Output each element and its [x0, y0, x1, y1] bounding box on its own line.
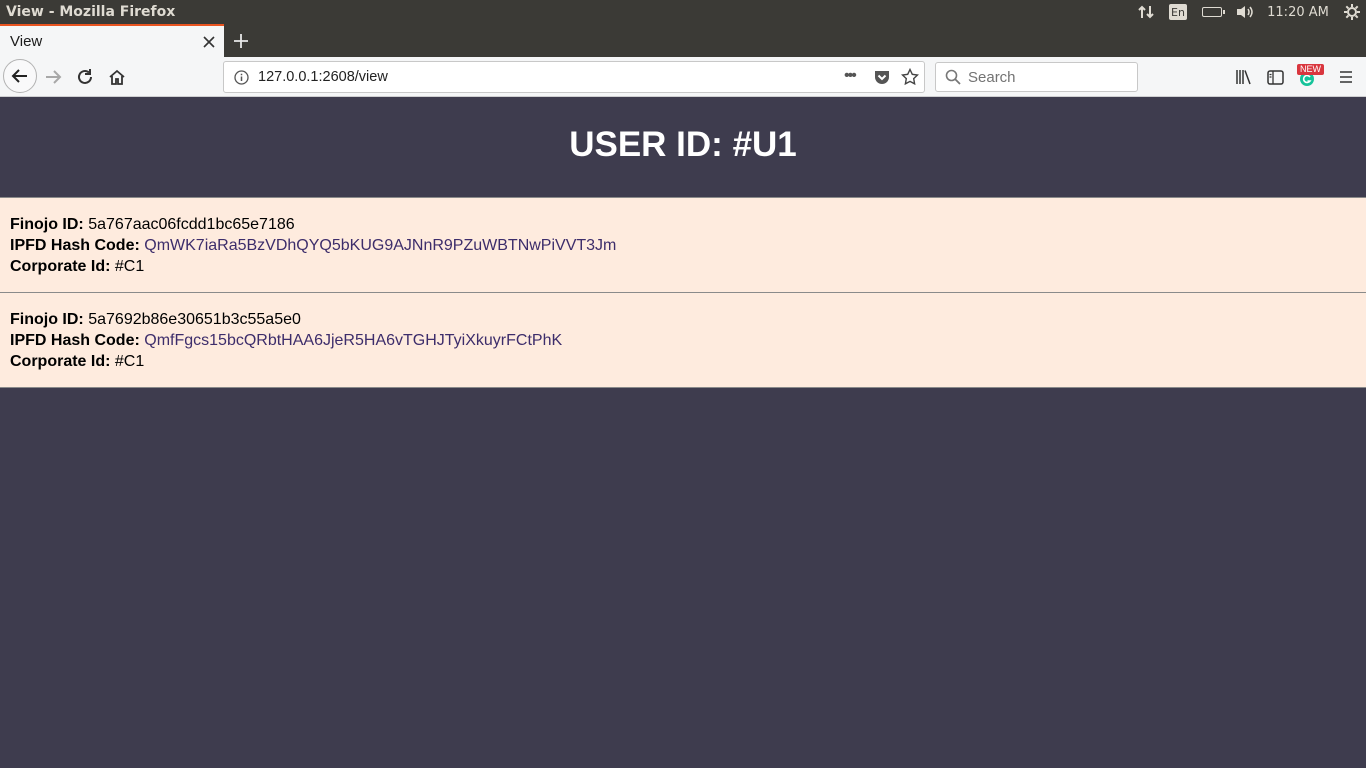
info-icon[interactable]: [234, 70, 249, 90]
home-button[interactable]: [101, 61, 133, 93]
close-tab-icon[interactable]: [194, 27, 224, 57]
hash-code-label: IPFD Hash Code:: [10, 237, 140, 254]
record-card: Finojo ID: 5a7692b86e30651b3c55a5e0 IPFD…: [0, 293, 1366, 388]
hash-code-label: IPFD Hash Code:: [10, 332, 140, 349]
finojo-id-row: Finojo ID: 5a767aac06fcdd1bc65e7186: [10, 214, 1356, 235]
hash-code-row: IPFD Hash Code: QmfFgcs15bcQRbtHAA6JjeR5…: [10, 330, 1356, 351]
url-bar[interactable]: 127.0.0.1:2608/view •••: [223, 61, 925, 93]
tab-view[interactable]: View: [0, 24, 224, 57]
network-icon[interactable]: [1128, 0, 1164, 24]
library-button[interactable]: [1228, 61, 1260, 93]
clock[interactable]: 11:20 AM: [1258, 0, 1338, 24]
page-actions-icon[interactable]: •••: [844, 67, 857, 85]
tab-strip: View: [0, 24, 1366, 57]
corporate-id-value: #C1: [114, 353, 145, 370]
os-top-panel: View - Mozilla Firefox En 11:20 AM: [0, 0, 1366, 24]
library-icon: [1236, 70, 1251, 85]
keyboard-layout-indicator[interactable]: En: [1164, 0, 1192, 24]
sidebar-icon: [1266, 69, 1284, 85]
corporate-id-row: Corporate Id: #C1: [10, 256, 1356, 277]
reload-button[interactable]: [69, 61, 101, 93]
pocket-icon[interactable]: [874, 69, 890, 90]
finojo-id-row: Finojo ID: 5a7692b86e30651b3c55a5e0: [10, 309, 1356, 330]
settings-gear-icon[interactable]: [1338, 0, 1366, 24]
back-button[interactable]: [3, 59, 37, 93]
volume-icon[interactable]: [1232, 0, 1258, 24]
tab-title: View: [10, 33, 43, 50]
finojo-id-label: Finojo ID:: [10, 216, 84, 233]
record-card: Finojo ID: 5a767aac06fcdd1bc65e7186 IPFD…: [0, 197, 1366, 293]
forward-arrow-icon: [46, 70, 62, 84]
hash-code-row: IPFD Hash Code: QmWK7iaRa5BzVDhQYQ5bKUG9…: [10, 235, 1356, 256]
hamburger-menu-icon: [1340, 71, 1352, 83]
url-text[interactable]: 127.0.0.1:2608/view: [258, 69, 388, 85]
home-icon: [109, 69, 125, 85]
hash-code-link[interactable]: QmfFgcs15bcQRbtHAA6JjeR5HA6vTGHJTyiXkuyr…: [144, 332, 562, 349]
corporate-id-label: Corporate Id:: [10, 353, 111, 370]
forward-button[interactable]: [37, 61, 69, 93]
sidebar-button[interactable]: [1259, 61, 1291, 93]
system-tray: En 11:20 AM: [1128, 0, 1366, 24]
finojo-id-label: Finojo ID:: [10, 311, 84, 328]
new-tab-button[interactable]: [228, 24, 254, 57]
search-box[interactable]: Search: [935, 62, 1138, 92]
back-arrow-icon: [11, 69, 27, 83]
page-title: USER ID: #U1: [569, 124, 797, 164]
navigation-toolbar: 127.0.0.1:2608/view ••• Search NEW: [0, 57, 1366, 97]
page-header: USER ID: #U1: [0, 97, 1366, 197]
corporate-id-label: Corporate Id:: [10, 258, 111, 275]
page-content: USER ID: #U1 Finojo ID: 5a767aac06fcdd1b…: [0, 97, 1366, 768]
menu-button[interactable]: [1330, 61, 1362, 93]
language-label: En: [1169, 4, 1187, 20]
finojo-id-value: 5a7692b86e30651b3c55a5e0: [88, 311, 301, 328]
window-title: View - Mozilla Firefox: [6, 4, 176, 20]
corporate-id-row: Corporate Id: #C1: [10, 351, 1356, 372]
hash-code-link[interactable]: QmWK7iaRa5BzVDhQYQ5bKUG9AJNnR9PZuWBTNwPi…: [144, 237, 616, 254]
bookmark-star-icon[interactable]: [900, 67, 920, 91]
search-icon: [945, 69, 961, 90]
finojo-id-value: 5a767aac06fcdd1bc65e7186: [88, 216, 295, 233]
search-placeholder: Search: [968, 69, 1016, 86]
battery-icon[interactable]: [1192, 0, 1232, 24]
reload-icon: [78, 69, 92, 84]
plus-icon: [234, 33, 248, 48]
new-badge: NEW: [1297, 64, 1324, 75]
corporate-id-value: #C1: [114, 258, 145, 275]
